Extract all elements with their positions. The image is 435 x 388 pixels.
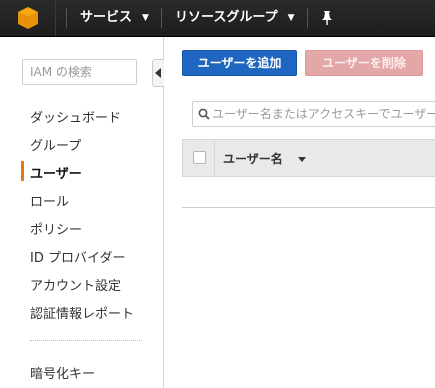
column-separator	[214, 140, 215, 176]
sidebar-item-label: ポリシー	[30, 223, 83, 238]
table-bottom-border	[182, 207, 435, 208]
sidebar-divider	[30, 340, 142, 341]
user-filter-input[interactable]: ユーザー名またはアクセスキーでユーザーをフィルタ	[192, 101, 435, 127]
pushpin-icon	[322, 11, 332, 25]
sidebar-item-label: 暗号化キー	[30, 367, 96, 382]
services-menu[interactable]: サービス ▼	[80, 0, 149, 36]
sidebar: IAM の検索 ダッシュボード グループ ユーザー ロール ポリシー ID プロ…	[0, 37, 164, 388]
search-icon	[198, 108, 210, 120]
chevron-down-icon: ▼	[287, 13, 295, 23]
sidebar-item-identity-providers[interactable]: ID プロバイダー	[30, 247, 125, 266]
column-header-username[interactable]: ユーザー名	[223, 150, 283, 167]
filter-placeholder: ユーザー名またはアクセスキーでユーザーをフィルタ	[212, 107, 435, 121]
sidebar-search-input[interactable]: IAM の検索	[22, 59, 137, 85]
aws-cube-icon	[18, 7, 38, 29]
sidebar-item-label: ユーザー	[30, 167, 82, 182]
sidebar-item-roles[interactable]: ロール	[30, 191, 69, 210]
sidebar-item-label: 認証情報レポート	[30, 307, 135, 322]
sidebar-item-label: ID プロバイダー	[30, 251, 126, 266]
aws-logo-button[interactable]	[0, 0, 56, 36]
sort-descending-icon[interactable]	[298, 157, 306, 162]
sidebar-item-label: グループ	[30, 139, 82, 154]
active-indicator	[21, 161, 24, 181]
sidebar-item-label: ロール	[30, 195, 70, 210]
services-label: サービス	[80, 10, 133, 25]
sidebar-item-users[interactable]: ユーザー	[30, 163, 82, 182]
resource-groups-label: リソースグループ	[175, 10, 278, 25]
chevron-down-icon: ▼	[142, 13, 149, 23]
top-navigation-bar: サービス ▼ リソースグループ ▼	[0, 0, 435, 37]
sidebar-item-encryption-keys[interactable]: 暗号化キー	[30, 363, 95, 382]
sidebar-item-account-settings[interactable]: アカウント設定	[30, 275, 121, 294]
sidebar-item-credential-report[interactable]: 認証情報レポート	[30, 303, 134, 322]
sidebar-item-groups[interactable]: グループ	[30, 135, 81, 154]
nav-separator	[161, 8, 162, 28]
resource-groups-menu[interactable]: リソースグループ ▼	[175, 0, 295, 36]
add-user-button[interactable]: ユーザーを追加	[182, 50, 297, 76]
chevron-left-icon	[155, 68, 161, 78]
collapse-sidebar-button[interactable]	[152, 59, 164, 87]
sidebar-item-label: アカウント設定	[30, 279, 122, 294]
delete-user-button[interactable]: ユーザーを削除	[305, 50, 423, 76]
select-all-checkbox[interactable]	[193, 151, 206, 164]
nav-separator	[66, 8, 67, 28]
nav-separator	[307, 8, 308, 28]
main-content: ユーザーを追加 ユーザーを削除 ユーザー名またはアクセスキーでユーザーをフィルタ…	[164, 37, 435, 388]
sidebar-item-label: ダッシュボード	[30, 111, 122, 126]
sidebar-item-dashboard[interactable]: ダッシュボード	[30, 107, 121, 126]
sidebar-item-policies[interactable]: ポリシー	[30, 219, 82, 238]
users-table-header: ユーザー名	[182, 139, 435, 177]
pushpin-button[interactable]	[320, 10, 334, 30]
search-placeholder: IAM の検索	[30, 65, 92, 79]
